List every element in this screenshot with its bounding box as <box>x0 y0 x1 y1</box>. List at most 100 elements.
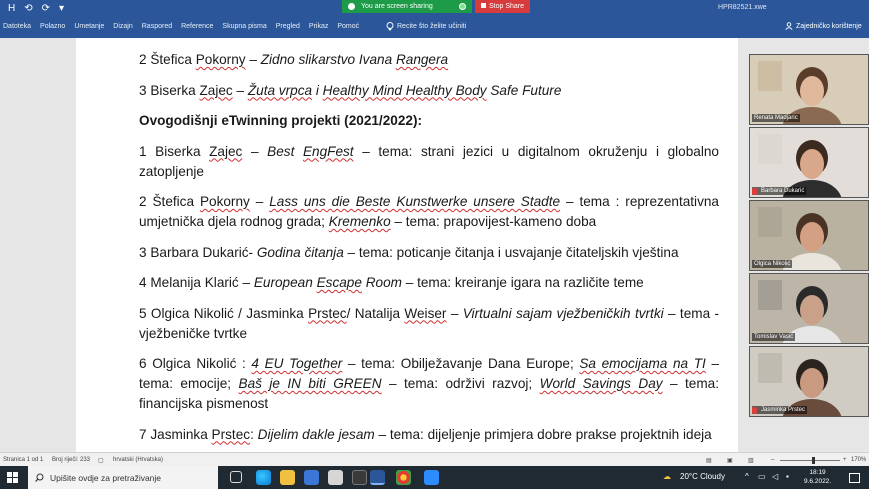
store-icon[interactable] <box>328 470 343 485</box>
participant-tile[interactable]: Jasminka Prstec <box>749 346 869 417</box>
zoom-out-icon[interactable]: – <box>771 457 774 463</box>
clock-time: 18:19 <box>809 469 826 476</box>
participant-tile[interactable]: Barbara Dukarić <box>749 127 869 198</box>
zoom-slider-track[interactable] <box>780 460 840 461</box>
screen-sharing-indicator: You are screen sharing <box>342 0 472 13</box>
paragraph-project-3[interactable]: 3 Biserka Zajec – Žuta vrpca i Healthy M… <box>139 81 719 101</box>
author-name: Štefica Pokorny <box>150 52 246 67</box>
redo-icon[interactable]: ⟳ <box>42 3 50 15</box>
sharing-text: You are screen sharing <box>361 3 433 10</box>
tab-help[interactable]: Pomoć <box>337 23 359 30</box>
participant-tile[interactable]: Olgica Nikolić <box>749 200 869 271</box>
tab-file[interactable]: Datoteka <box>3 23 31 30</box>
participant-name: Barbara Dukarić <box>752 187 807 195</box>
paragraph-etwinning-6[interactable]: 6 Olgica Nikolić : 4 EU Together – tema:… <box>139 354 719 414</box>
project-title: Baš je IN biti GREEN <box>238 376 382 391</box>
section-heading[interactable]: Ovogodišnji eTwinning projekti (2021/202… <box>139 111 719 131</box>
weather-text[interactable]: 20°C Cloudy <box>680 472 725 481</box>
word-count[interactable]: Broj riječi: 233 <box>52 457 90 463</box>
stop-share-button[interactable]: Stop Share <box>475 0 531 13</box>
project-title: World Savings Day <box>539 376 663 391</box>
tab-mailings[interactable]: Skupna pisma <box>222 23 266 30</box>
print-layout-icon[interactable]: ▣ <box>727 457 733 464</box>
clock-date: 9.6.2022. <box>804 478 832 485</box>
app-icon[interactable] <box>352 470 367 485</box>
taskbar-clock[interactable]: 18:19 9.6.2022. <box>804 468 831 486</box>
task-view-icon[interactable] <box>230 471 242 483</box>
project-title: Best EngFest <box>267 143 354 159</box>
tab-design[interactable]: Dizajn <box>113 23 132 30</box>
tab-layout[interactable]: Raspored <box>142 23 172 30</box>
participant-tile[interactable]: Renata Madjaric <box>749 54 869 125</box>
tell-me-text: Recite što želite učiniti <box>397 23 467 30</box>
network-icon[interactable]: ▭ <box>758 472 766 481</box>
person-icon <box>785 22 793 30</box>
participant-name: Jasminka Prstec <box>752 406 808 414</box>
keyboard-icon[interactable]: ▪ <box>786 472 789 481</box>
paragraph-etwinning-4[interactable]: 4 Melanija Klarić – European Escape Room… <box>139 273 719 293</box>
project-title: 4 EU Together <box>251 356 343 371</box>
document-page[interactable]: 2 Štefica Pokorny – Zidno slikarstvo Iva… <box>76 38 738 452</box>
project-title: Lass uns die Beste Kunstwerke unsere Sta… <box>269 194 561 209</box>
project-title: Dijelim dakle jesam <box>257 426 375 442</box>
share-options-icon[interactable] <box>459 3 466 10</box>
document-body[interactable]: 2 Štefica Pokorny – Zidno slikarstvo Iva… <box>139 50 719 452</box>
paragraph-project-2[interactable]: 2 Štefica Pokorny – Zidno slikarstvo Iva… <box>139 50 719 70</box>
document-workspace: 2 Štefica Pokorny – Zidno slikarstvo Iva… <box>0 38 869 452</box>
participant-name: Renata Madjaric <box>752 114 800 122</box>
project-title: European Escape Room <box>253 275 402 290</box>
tab-view[interactable]: Prikaz <box>309 23 328 30</box>
page-count[interactable]: Stranica 1 od 1 <box>3 457 43 463</box>
speaker-icon[interactable]: ◁ <box>772 472 778 481</box>
undo-icon[interactable]: ⟲ <box>24 3 32 15</box>
status-bar: Stranica 1 od 1 Broj riječi: 233 ▢ hrvat… <box>0 452 869 466</box>
mail-icon[interactable] <box>304 470 319 485</box>
project-title: Sa emocijama na TI <box>579 356 706 371</box>
project-title: Godina čitanja <box>256 244 344 260</box>
taskbar-search-box[interactable]: Upišite ovdje za pretraživanje <box>28 466 218 489</box>
taskbar: Upišite ovdje za pretraživanje ☁ 20°C Cl… <box>0 466 869 489</box>
tab-insert[interactable]: Umetanje <box>74 23 104 30</box>
paragraph-etwinning-3[interactable]: 3 Barbara Dukarić- Godina čitanja – tema… <box>139 243 719 263</box>
muted-mic-icon <box>752 407 757 414</box>
file-explorer-icon[interactable] <box>280 470 295 485</box>
language-indicator[interactable]: hrvatski (Hrvatska) <box>113 457 163 463</box>
share-button[interactable]: Zajedničko korištenje <box>785 22 862 30</box>
start-button[interactable] <box>7 472 18 483</box>
participant-tile[interactable]: Tomislav Vasić <box>749 273 869 344</box>
project-title: Virtualni sajam vježbeničkih tvrtki <box>462 305 664 321</box>
tell-me-box[interactable]: Recite što želite učiniti <box>386 22 466 31</box>
paragraph-etwinning-5[interactable]: 5 Olgica Nikolić / Jasminka Prstec/ Nata… <box>139 304 719 344</box>
tab-review[interactable]: Pregled <box>276 23 300 30</box>
zoom-app-icon[interactable] <box>424 470 439 485</box>
paragraph-etwinning-2[interactable]: 2 Štefica Pokorny – Lass uns die Beste K… <box>139 192 719 232</box>
zoom-in-icon[interactable]: + <box>843 457 847 463</box>
share-status-icon <box>348 3 355 10</box>
zoom-slider-thumb[interactable] <box>812 457 815 464</box>
word-icon[interactable] <box>370 470 385 485</box>
quick-access-toolbar: H ⟲ ⟳ ▾ <box>8 3 64 15</box>
tray-expand-icon[interactable]: ^ <box>745 472 749 481</box>
tab-home[interactable]: Polazno <box>40 23 65 30</box>
paragraph-etwinning-7[interactable]: 7 Jasminka Prstec: Dijelim dakle jesam –… <box>139 425 719 445</box>
paragraph-etwinning-1[interactable]: 1 Biserka Zajec – Best EngFest – tema: s… <box>139 142 719 182</box>
title-bar: H ⟲ ⟳ ▾ You are screen sharing Stop Shar… <box>0 0 869 18</box>
customize-qat-icon[interactable]: ▾ <box>59 3 64 15</box>
web-layout-icon[interactable]: ▥ <box>748 457 754 464</box>
proofing-icon[interactable]: ▢ <box>98 457 104 464</box>
search-placeholder: Upišite ovdje za pretraživanje <box>50 472 162 483</box>
project-title: Zidno slikarstvo Ivana Rangera <box>260 52 449 67</box>
chrome-icon[interactable] <box>396 470 411 485</box>
participant-name: Olgica Nikolić <box>752 260 793 268</box>
ribbon-tabs: Datoteka Polazno Umetanje Dizajn Raspore… <box>0 18 869 38</box>
zoom-level[interactable]: 170% <box>851 457 866 463</box>
windows-logo-icon <box>7 472 12 477</box>
notifications-icon[interactable] <box>849 473 860 483</box>
read-mode-icon[interactable]: ▤ <box>706 457 712 464</box>
project-title: Žuta vrpca i Healthy Mind Healthy Body S… <box>247 82 562 98</box>
screen-share-bar: You are screen sharing Stop Share <box>342 0 531 13</box>
save-icon[interactable]: H <box>8 3 15 15</box>
weather-icon[interactable]: ☁ <box>663 472 671 481</box>
tab-references[interactable]: Reference <box>181 23 213 30</box>
edge-browser-icon[interactable] <box>256 470 271 485</box>
